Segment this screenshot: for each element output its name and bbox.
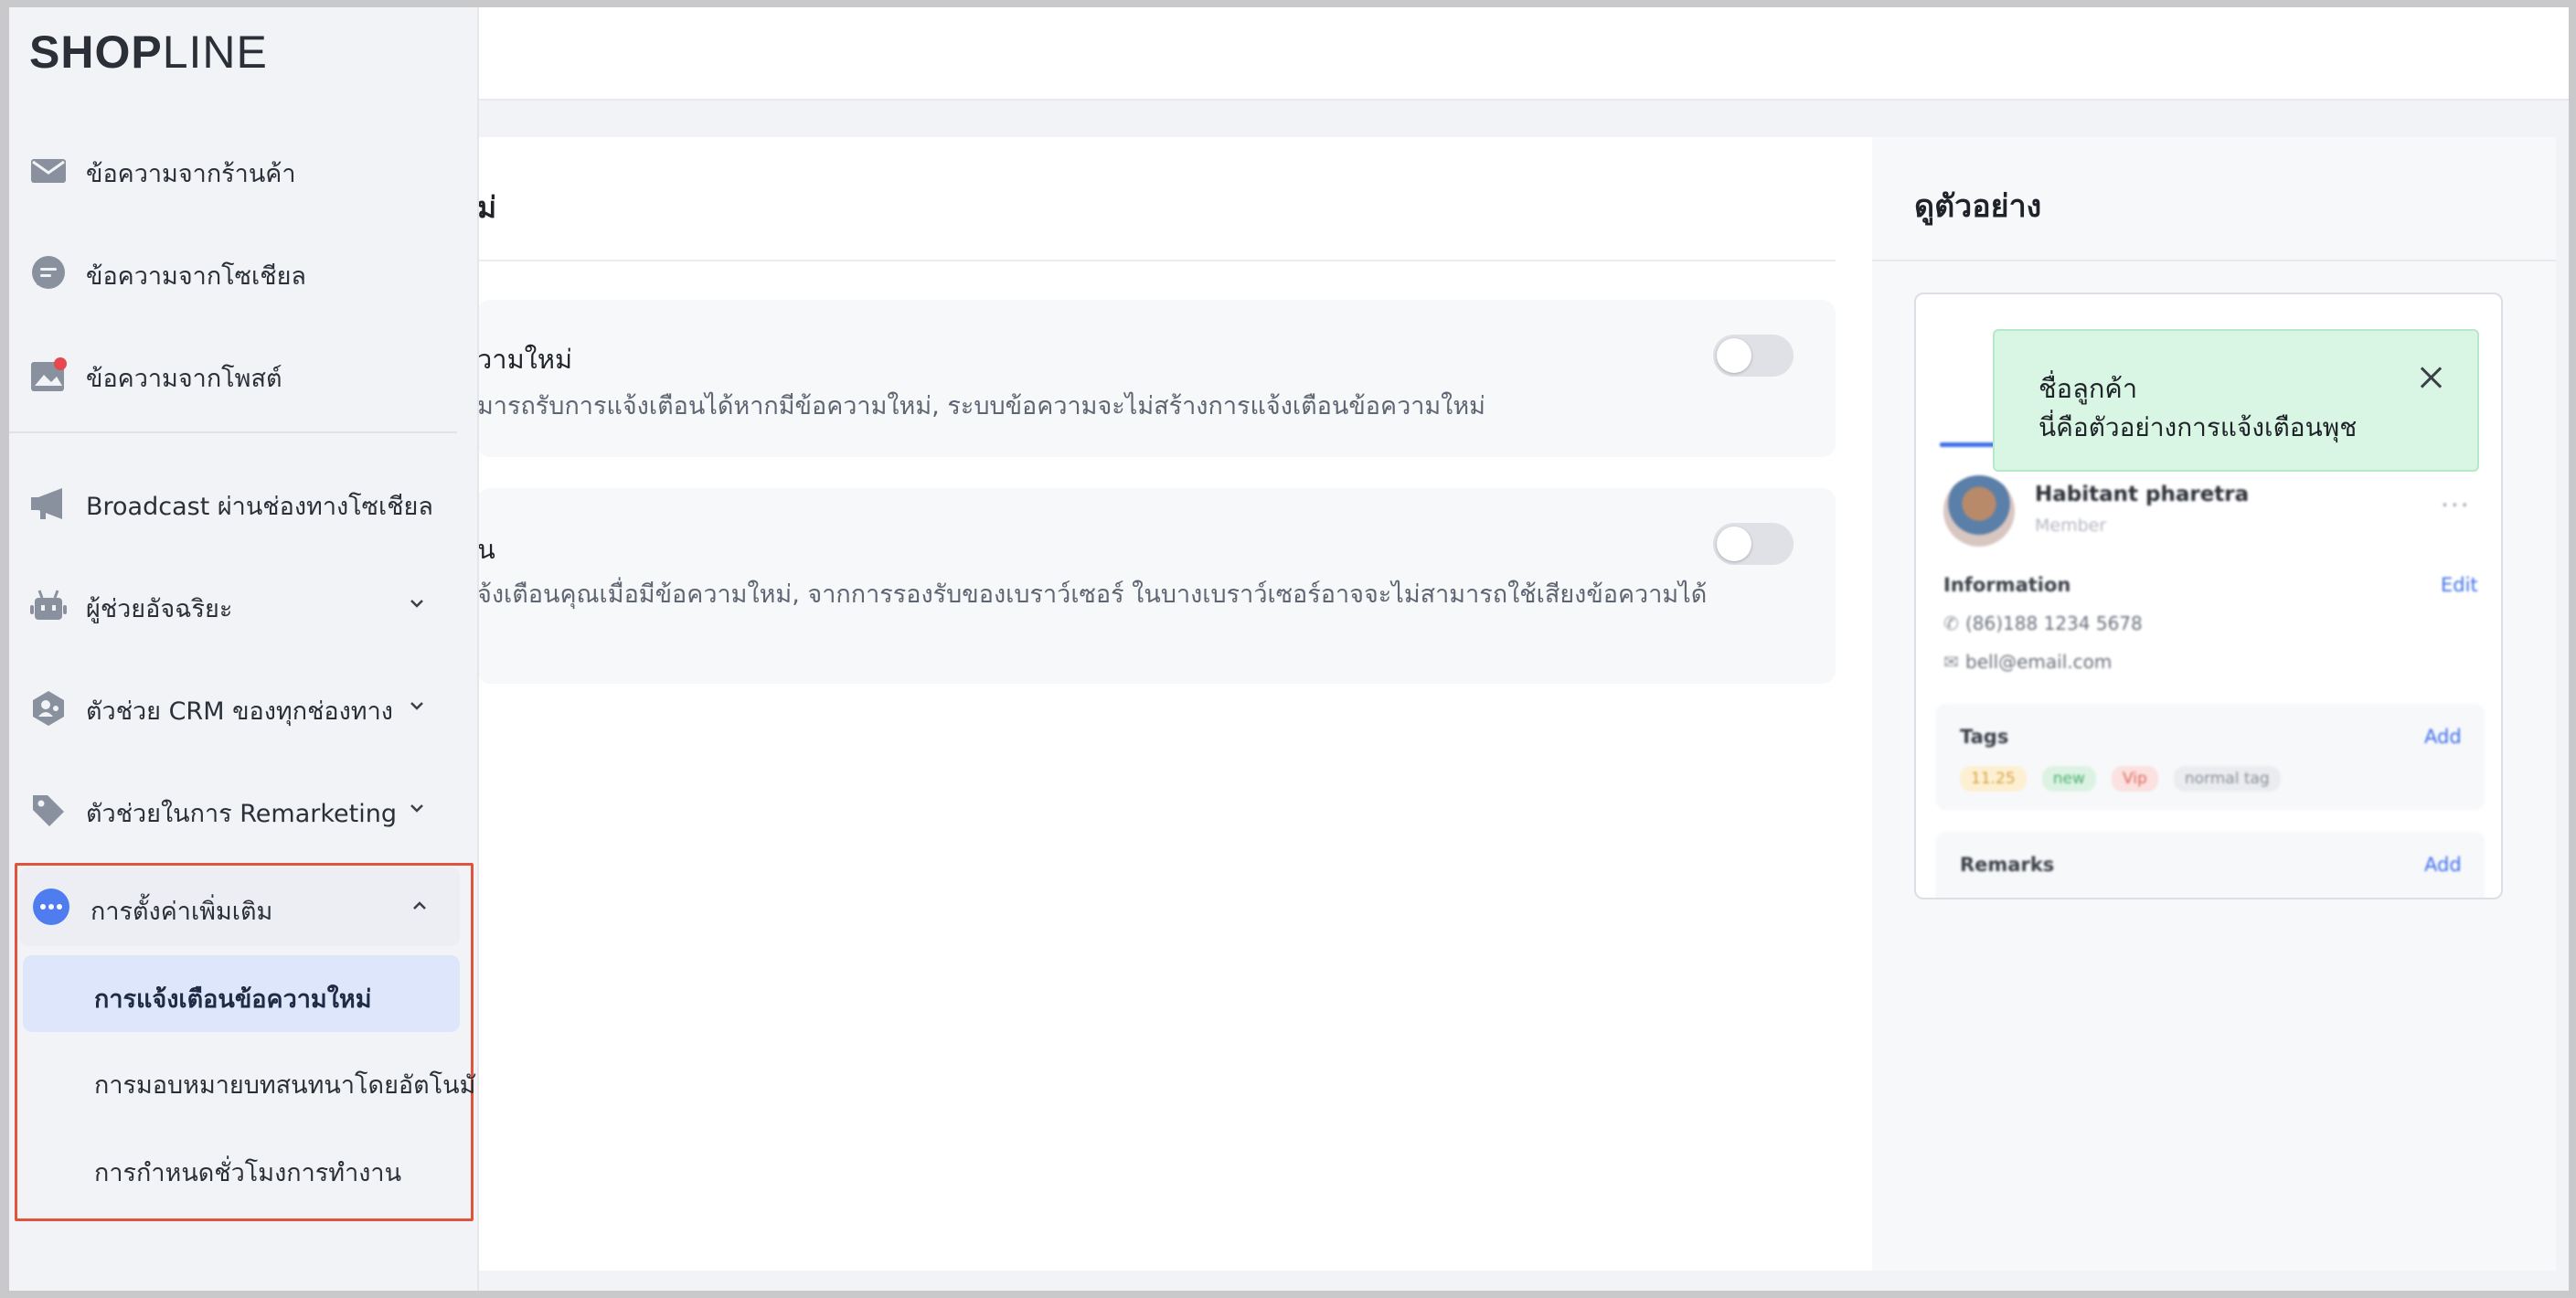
sidebar-item-store-messages[interactable]: ข้อความจากร้านค้า: [9, 133, 466, 207]
logo-bold-text: SHOP: [29, 27, 163, 78]
remarks-box: Remarks Add: [1936, 832, 2485, 898]
sidebar-item-smart-assistant[interactable]: ผู้ช่วยอัจฉริยะ: [9, 569, 466, 642]
setting-row-new-message: วามใหม่ มารถรับการแจ้งเตือนได้หากมีข้อคว…: [477, 300, 1836, 457]
setting-row-description: จ้งเตือนคุณเมื่อมีข้อความใหม่, จากการรอง…: [477, 580, 1708, 609]
new-message-toggle[interactable]: [1713, 335, 1794, 377]
active-tab-indicator: [1940, 442, 1998, 447]
sound-toggle[interactable]: [1713, 523, 1794, 565]
chevron-up-icon: [413, 901, 426, 910]
toggle-knob: [1717, 527, 1751, 561]
tags-label: Tags: [1960, 726, 2009, 748]
setting-row-title: วามใหม่: [477, 344, 573, 375]
tag-list: 11.25 new Vip normal tag: [1960, 766, 2292, 792]
setting-row-sound: น จ้งเตือนคุณเมื่อมีข้อความใหม่, จากการร…: [477, 488, 1836, 684]
sidebar-item-label: การตั้งค่าเพิ่มเติม: [90, 898, 273, 926]
sidebar-item-social-messages[interactable]: ข้อความจากโซเชียล: [9, 236, 466, 309]
megaphone-icon: [31, 488, 62, 519]
app-frame: ม่ วามใหม่ มารถรับการแจ้งเตือนได้หากมีข้…: [9, 7, 2569, 1291]
shopline-logo: SHOPLINE: [29, 26, 268, 79]
tags-icon: [33, 795, 64, 826]
preview-panel: ดูตัวอย่าง Habitant pharetra Member ··· …: [1872, 137, 2556, 1271]
sidebar: SHOPLINE ข้อความจากร้านค้า ข้อความจากโซเ…: [9, 7, 479, 1291]
customer-role: Member: [2035, 516, 2107, 536]
envelope-icon: [31, 159, 66, 183]
sidebar-item-label: Broadcast ผ่านช่องทางโซเชียล: [86, 493, 433, 521]
sidebar-item-label: ตัวช่วย CRM ของทุกช่องทาง: [86, 697, 393, 726]
edit-link: Edit: [2441, 574, 2478, 596]
sidebar-item-remarketing[interactable]: ตัวช่วยในการ Remarketing: [9, 773, 466, 846]
phone-icon: ✆: [1943, 612, 1959, 634]
sidebar-item-label: ข้อความจากร้านค้า: [86, 160, 296, 188]
advanced-settings-group: การตั้งค่าเพิ่มเติม การแจ้งเตือนข้อความใ…: [15, 863, 477, 1221]
notification-settings-card: ม่ วามใหม่ มารถรับการแจ้งเตือนได้หากมีข้…: [477, 137, 1881, 1271]
sidebar-subitem-working-hours[interactable]: การกำหนดชั่วโมงการทำงาน: [23, 1129, 460, 1206]
sidebar-subitem-label: การแจ้งเตือนข้อความใหม่: [94, 985, 372, 1014]
sidebar-item-label: ผู้ช่วยอัจฉริยะ: [86, 595, 233, 623]
push-notification-toast: ชื่อลูกค้า นี่คือตัวอย่างการแจ้งเตือนพุช: [1993, 329, 2479, 472]
phone-row: ✆ (86)188 1234 5678: [1943, 612, 2143, 634]
chevron-down-icon: [410, 600, 423, 608]
more-options-icon: ···: [2441, 490, 2471, 520]
chat-bubble-icon: [32, 256, 65, 289]
toast-body: นี่คือตัวอย่างการแจ้งเตือนพุช: [2038, 412, 2358, 442]
sidebar-item-post-messages[interactable]: ข้อความจากโพสต์: [9, 338, 466, 411]
divider: [477, 260, 1836, 261]
divider: [1872, 260, 2556, 261]
image-post-icon: [31, 357, 67, 391]
mail-icon: ✉: [1943, 651, 1959, 673]
tags-add-link: Add: [2424, 726, 2462, 748]
remarks-add-link: Add: [2424, 854, 2462, 876]
remarks-label: Remarks: [1960, 854, 2055, 876]
tags-box: Tags Add 11.25 new Vip normal tag: [1936, 704, 2485, 810]
sidebar-item-label: ตัวช่วยในการ Remarketing: [86, 800, 397, 828]
sidebar-subitem-new-message-notification[interactable]: การแจ้งเตือนข้อความใหม่: [23, 955, 460, 1032]
tag: 11.25: [1960, 766, 2027, 792]
tag: Vip: [2112, 766, 2158, 792]
sidebar-item-label: ข้อความจากโซเชียล: [86, 262, 306, 291]
sidebar-item-advanced-settings[interactable]: การตั้งค่าเพิ่มเติม: [19, 867, 460, 946]
sidebar-subitem-auto-assignment[interactable]: การมอบหมายบทสนทนาโดยอัตโนมัติ: [23, 1041, 477, 1118]
chevron-down-icon: [410, 702, 423, 710]
logo-light-text: LINE: [162, 27, 268, 78]
crm-shield-icon: [33, 691, 64, 726]
sidebar-item-label: ข้อความจากโพสต์: [86, 365, 282, 393]
sidebar-divider: [9, 431, 457, 433]
settings-title: ม่: [477, 190, 497, 225]
toggle-knob: [1717, 338, 1751, 373]
sidebar-subitem-label: การมอบหมายบทสนทนาโดยอัตโนมัติ: [94, 1071, 479, 1100]
information-label: Information: [1943, 574, 2071, 596]
tag: normal tag: [2173, 766, 2281, 792]
tag: new: [2041, 766, 2096, 792]
more-dots-icon: [33, 888, 69, 925]
email-value: bell@email.com: [1965, 651, 2113, 673]
phone-value: (86)188 1234 5678: [1965, 612, 2143, 634]
email-row: ✉ bell@email.com: [1943, 651, 2112, 673]
sidebar-item-broadcast[interactable]: Broadcast ผ่านช่องทางโซเชียล: [9, 466, 466, 539]
toast-title: ชื่อลูกค้า: [2038, 373, 2138, 404]
chevron-down-icon: [410, 804, 423, 813]
sidebar-subitem-label: การกำหนดชั่วโมงการทำงาน: [94, 1159, 402, 1187]
sidebar-item-crm-assistant[interactable]: ตัวช่วย CRM ของทุกช่องทาง: [9, 671, 466, 744]
setting-row-title: น: [477, 534, 495, 565]
robot-icon: [30, 590, 67, 620]
preview-title: ดูตัวอย่าง: [1914, 188, 2042, 225]
close-icon[interactable]: [2417, 364, 2444, 391]
setting-row-description: มารถรับการแจ้งเตือนได้หากมีข้อความใหม่, …: [477, 392, 1485, 420]
customer-name: Habitant pharetra: [2035, 483, 2250, 506]
avatar: [1943, 475, 2015, 547]
